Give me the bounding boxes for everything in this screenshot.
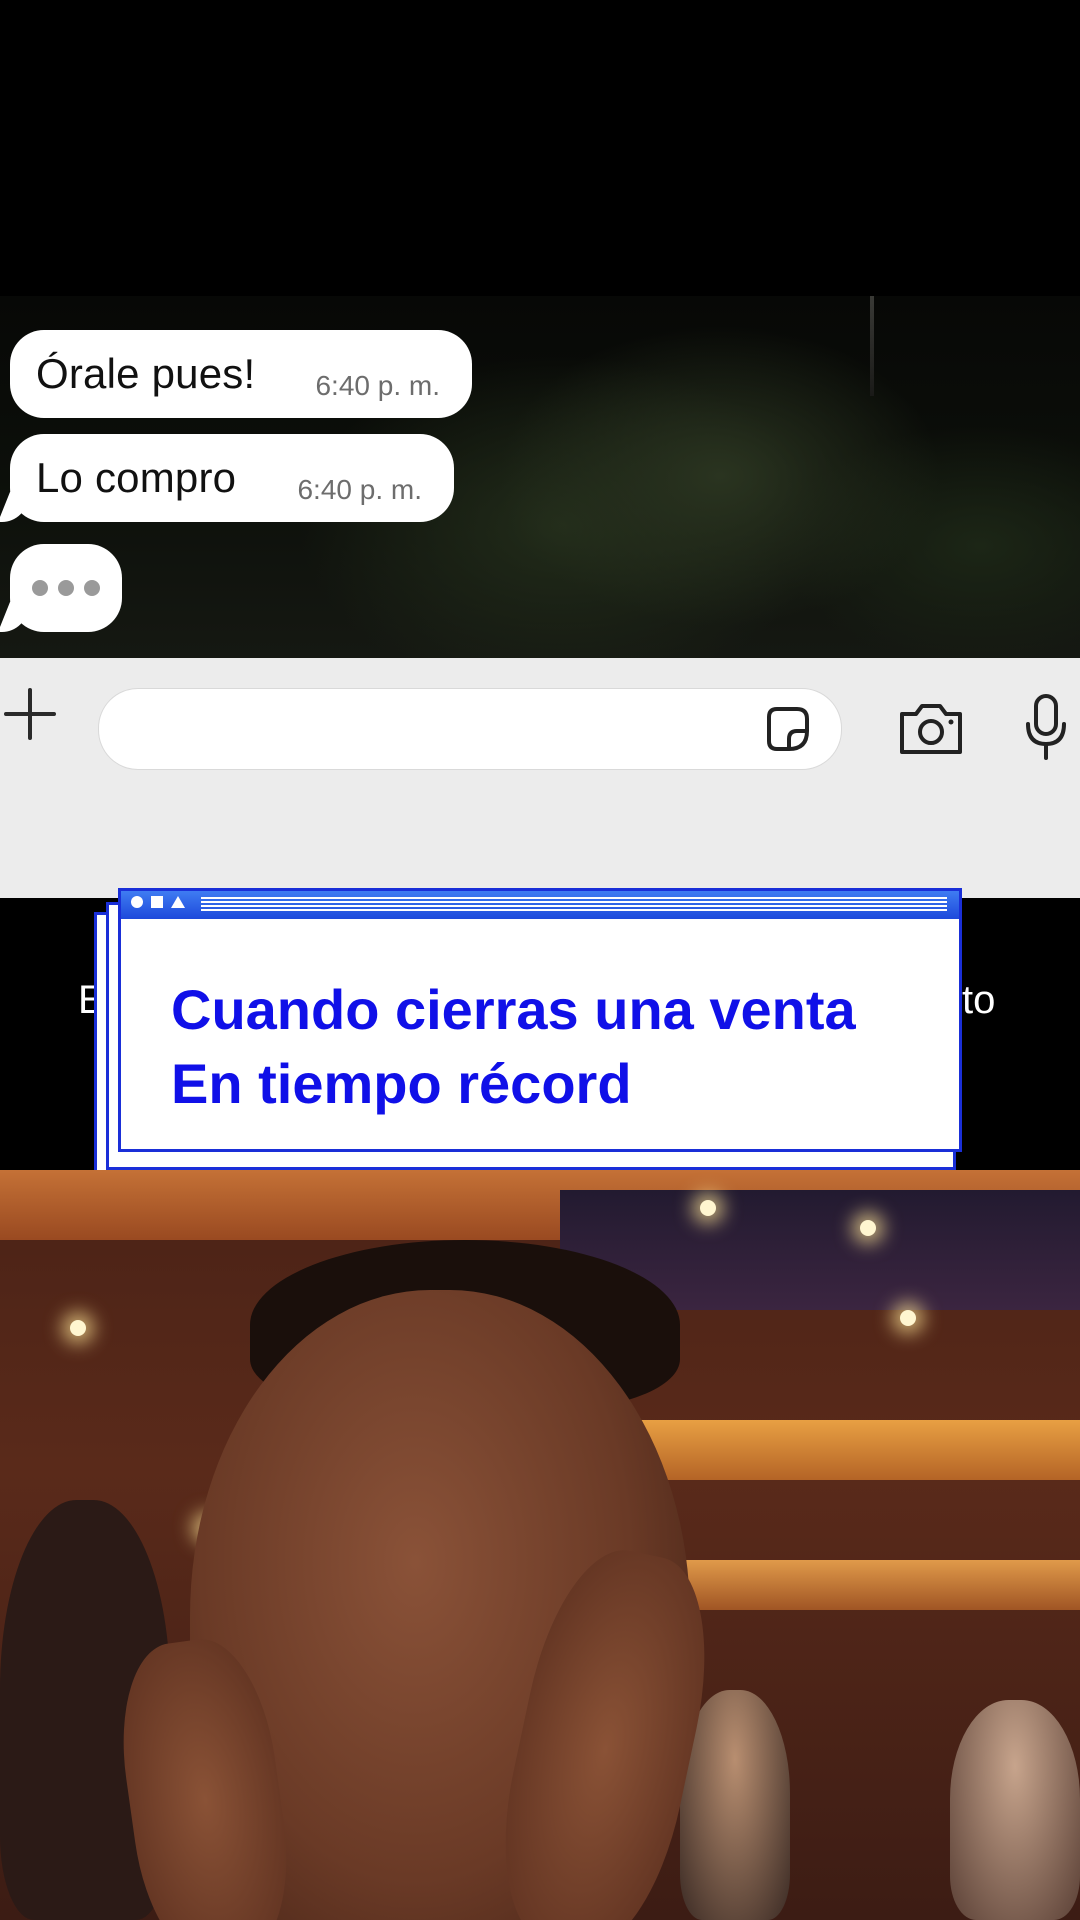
message-input-bar: [0, 658, 1080, 898]
reaction-photo: [0, 1170, 1080, 1920]
plus-icon[interactable]: [2, 686, 58, 742]
stage-light: [860, 1220, 876, 1236]
message-input[interactable]: [98, 688, 842, 770]
message-text: Órale pues!: [36, 350, 256, 397]
caption-line-2: En tiempo récord: [171, 1052, 632, 1115]
chat-conversation: Órale pues! 6:40 p. m. Lo compro 6:40 p.…: [0, 296, 1080, 658]
caption-text: Cuando cierras una venta En tiempo récor…: [171, 973, 856, 1121]
titlebar-stripes: [201, 897, 947, 911]
triangle-icon: [171, 896, 185, 908]
message-text: Lo compro: [36, 454, 237, 501]
square-icon: [151, 896, 163, 908]
message-time: 6:40 p. m.: [297, 474, 422, 505]
circle-icon: [131, 896, 143, 908]
stage-light: [700, 1200, 716, 1216]
camera-icon[interactable]: [896, 698, 966, 758]
stage-light: [70, 1320, 86, 1336]
message-bubble[interactable]: Órale pues! 6:40 p. m.: [10, 330, 472, 418]
typing-dot: [32, 580, 48, 596]
typing-indicator: [10, 544, 122, 632]
sticker-icon[interactable]: [761, 703, 813, 755]
microphone-icon[interactable]: [1022, 692, 1070, 764]
stage-light: [900, 1310, 916, 1326]
typing-dot: [58, 580, 74, 596]
subtitle-fragment: to: [962, 978, 996, 1022]
message-bubble[interactable]: Lo compro 6:40 p. m.: [10, 434, 454, 522]
message-time: 6:40 p. m.: [315, 370, 440, 401]
caption-line-1: Cuando cierras una venta: [171, 978, 856, 1041]
card-titlebar: [121, 891, 959, 919]
typing-dot: [84, 580, 100, 596]
audience-person: [950, 1700, 1080, 1920]
background-pole: [870, 296, 874, 396]
caption-card: Cuando cierras una venta En tiempo récor…: [118, 888, 962, 1152]
